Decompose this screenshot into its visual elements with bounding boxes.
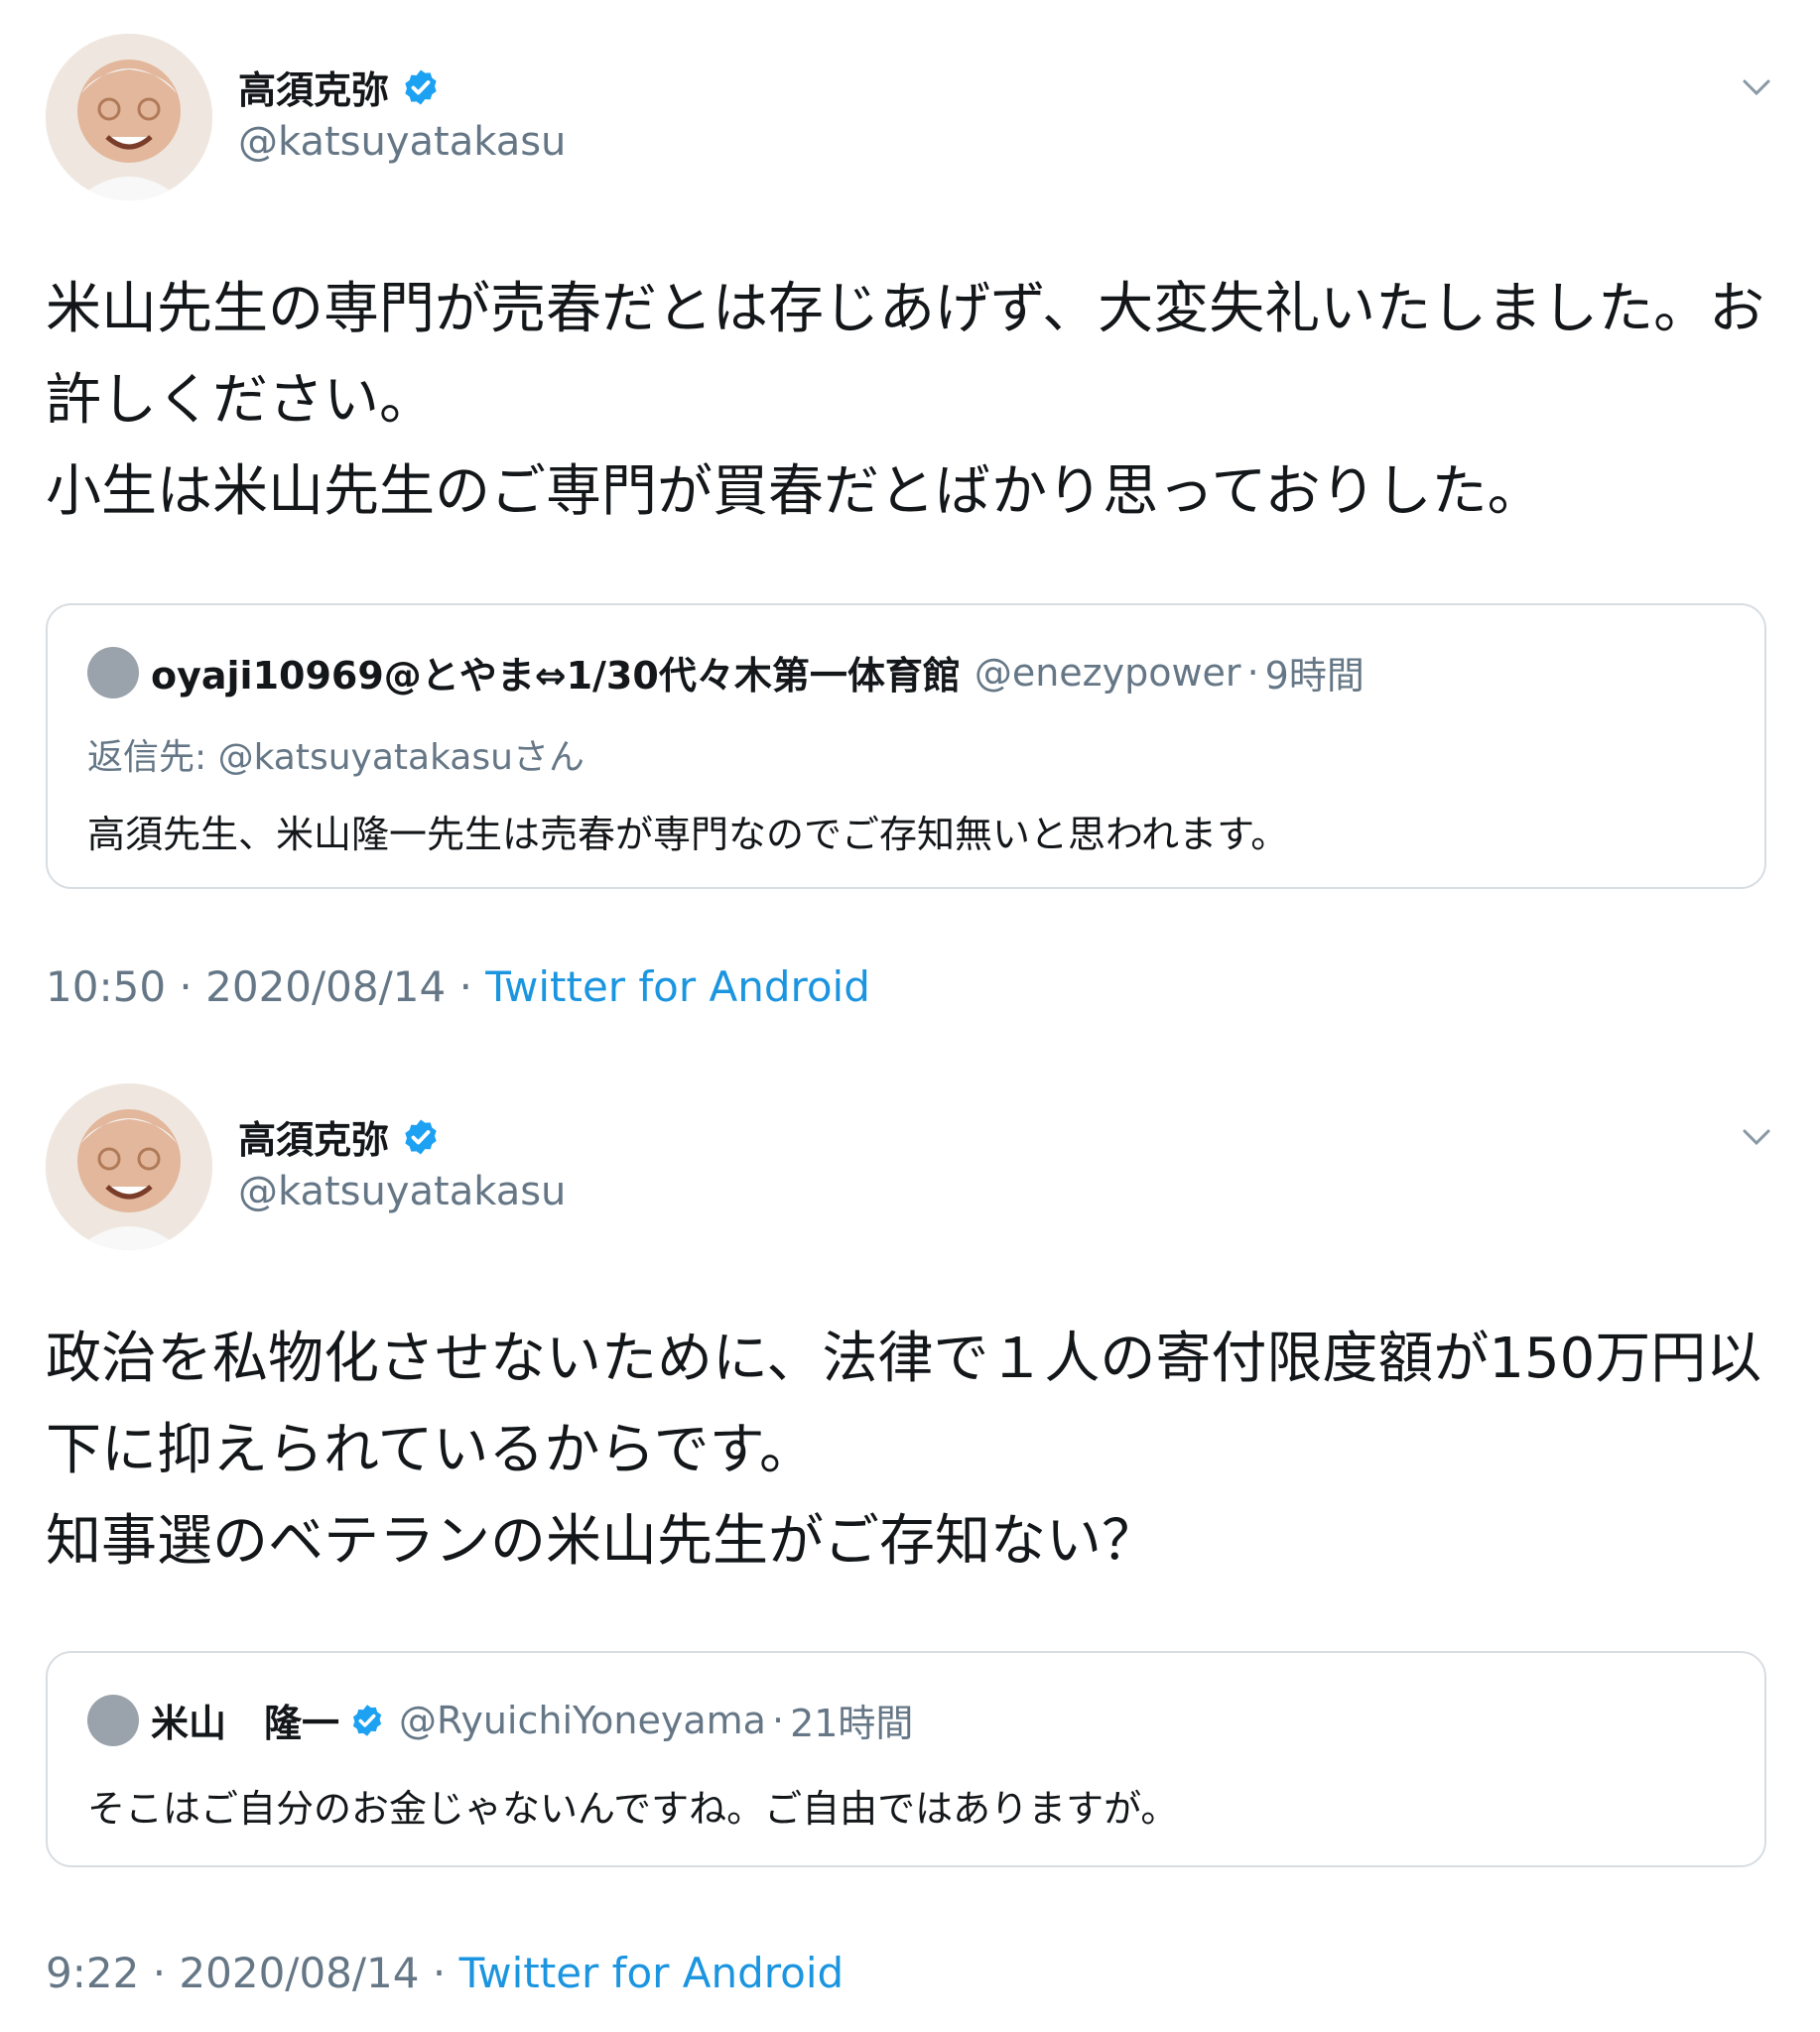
author-name-row: 高須克弥 [238,60,441,114]
author-name-row: 高須克弥 [238,1109,441,1164]
author-handle[interactable]: @katsuyatakasu [238,119,566,165]
tweet-2: 高須克弥 @katsuyatakasu 政治を私物化させないために、法律で１人の… [0,1050,1820,2032]
tweet-date: 2020/08/14 [205,962,447,1011]
tweet-text: 政治を私物化させないために、法律で１人の寄付限度額が150万円以下に抑えられてい… [46,1327,1762,1574]
quoted-author-handle: @enezypower [974,650,1241,695]
tweet-meta: 10:50 · 2020/08/14 · Twitter for Android [46,962,870,1011]
quoted-author-name: oyaji10969@とやま⇔1/30代々木第一体育館 [151,654,961,698]
quoted-reply-to: 返信先: @katsuyatakasuさん [87,737,585,778]
quoted-tweet[interactable]: 米山 隆一 @RyuichiYoneyama · 21時間 そこはご自分のお金じ… [46,1651,1766,1867]
separator-dot: · [458,962,472,1011]
tweet-source-link[interactable]: Twitter for Android [485,962,870,1011]
avatar-image [46,34,212,200]
verified-badge-icon [352,1704,382,1736]
quoted-time: 9時間 [1264,654,1365,698]
author-handle[interactable]: @katsuyatakasu [238,1169,566,1214]
quoted-text: そこはご自分のお金じゃないんですね。ご自由ではありますが。 [87,1787,1179,1831]
tweet-meta: 9:22 · 2020/08/14 · Twitter for Android [46,1949,844,1997]
separator-dot: · [1246,650,1259,695]
tweet-text: 米山先生の専門が売春だとは存じあげず、大変失礼いたしました。お許しください。 小… [46,277,1765,524]
author-name[interactable]: 高須克弥 [238,60,389,114]
author-name[interactable]: 高須克弥 [238,1109,389,1164]
separator-dot: · [179,962,193,1011]
avatar[interactable] [46,1083,212,1250]
quoted-tweet[interactable]: oyaji10969@とやま⇔1/30代々木第一体育館 @enezypower … [46,603,1766,889]
tweet-time: 9:22 [46,1949,140,1997]
quoted-author-name: 米山 隆一 [151,1702,340,1745]
avatar-image [46,1083,212,1250]
quoted-author-row: 米山 隆一 @RyuichiYoneyama · 21時間 [87,1693,913,1747]
tweet-1: 高須克弥 @katsuyatakasu 米山先生の専門が売春だとは存じあげず、大… [0,0,1820,1011]
separator-dot: · [152,1949,167,1997]
separator-dot: · [432,1949,447,1997]
tweet-date: 2020/08/14 [179,1949,420,1997]
chevron-down-icon[interactable] [1739,69,1774,105]
chevron-down-icon[interactable] [1739,1119,1774,1155]
quoted-avatar [87,1694,139,1746]
quoted-avatar [87,646,139,698]
quoted-author-row: oyaji10969@とやま⇔1/30代々木第一体育館 @enezypower … [87,645,1365,699]
quoted-time: 21時間 [790,1702,914,1745]
verified-badge-icon [405,1119,437,1154]
quoted-author-handle: @RyuichiYoneyama [399,1698,766,1742]
tweet-time: 10:50 [46,962,167,1011]
verified-badge-icon [405,69,437,104]
avatar[interactable] [46,34,212,200]
separator-dot: · [771,1698,785,1742]
quoted-text: 高須先生、米山隆一先生は売春が専門なのでご存知無いと思われます。 [87,813,1289,856]
tweet-source-link[interactable]: Twitter for Android [459,1949,845,1997]
